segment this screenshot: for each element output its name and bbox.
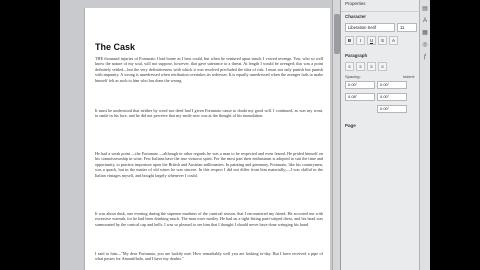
align-left-icon[interactable]: ≡ bbox=[345, 62, 354, 71]
indent-first-line-field[interactable]: 0.00" bbox=[377, 105, 407, 113]
letterbox-left bbox=[0, 0, 60, 270]
character-section-title[interactable]: Character bbox=[341, 12, 430, 21]
properties-icon[interactable]: ▤ bbox=[422, 6, 428, 12]
paragraph-3: He had a weak point —the Fortunato —alth… bbox=[95, 151, 323, 178]
italic-button[interactable]: I bbox=[356, 36, 365, 45]
strikethrough-button[interactable]: S bbox=[378, 36, 387, 45]
spacing-label: Spacing: bbox=[345, 74, 361, 79]
spacing-below-field[interactable]: 0.08" bbox=[345, 93, 375, 101]
spacing-above-field[interactable]: 0.00" bbox=[345, 81, 375, 89]
sidebar-tab-bar: ▤ A ▦ ◎ ƒ bbox=[419, 0, 430, 270]
paragraph-2: It must be understood that neither by wo… bbox=[95, 108, 323, 119]
paragraph-5: I said to him—"My dear Fortunato, you ar… bbox=[95, 251, 323, 262]
indent-label: Indent: bbox=[402, 74, 415, 79]
gallery-icon[interactable]: ▦ bbox=[422, 30, 428, 36]
indent-after-field[interactable]: 0.00" bbox=[377, 93, 407, 101]
font-name-field[interactable]: Liberation Serif bbox=[345, 23, 395, 32]
functions-icon[interactable]: ƒ bbox=[422, 54, 428, 60]
document-page[interactable]: The Cask THE thousand injuries of Fortun… bbox=[84, 8, 330, 270]
letterbox-right bbox=[430, 0, 480, 270]
navigator-icon[interactable]: ◎ bbox=[422, 42, 428, 48]
align-center-icon[interactable]: ≡ bbox=[356, 62, 365, 71]
sidebar-title: Properties bbox=[345, 1, 366, 6]
page-section-title[interactable]: Page bbox=[341, 121, 430, 130]
properties-sidebar: Properties × Character Liberation Serif … bbox=[340, 0, 430, 270]
justify-icon[interactable]: ≡ bbox=[378, 62, 387, 71]
bold-button[interactable]: B bbox=[345, 36, 354, 45]
paragraph-1: THE thousand injuries of Fortunato I had… bbox=[95, 56, 323, 83]
paragraph-4: It was about dusk, one evening during th… bbox=[95, 211, 323, 227]
font-size-field[interactable]: 11 bbox=[397, 23, 417, 32]
underline-button[interactable]: U bbox=[367, 36, 376, 45]
document-title: The Cask bbox=[95, 42, 136, 52]
sidebar-header: Properties × bbox=[341, 0, 430, 12]
styles-icon[interactable]: A bbox=[422, 18, 428, 24]
writer-window: The Cask THE thousand injuries of Fortun… bbox=[60, 0, 430, 270]
align-right-icon[interactable]: ≡ bbox=[367, 62, 376, 71]
paragraph-section-title[interactable]: Paragraph bbox=[341, 51, 430, 60]
indent-before-field[interactable]: 0.00" bbox=[377, 81, 407, 89]
font-color-button[interactable]: A bbox=[389, 36, 398, 45]
document-area: The Cask THE thousand injuries of Fortun… bbox=[60, 0, 332, 270]
